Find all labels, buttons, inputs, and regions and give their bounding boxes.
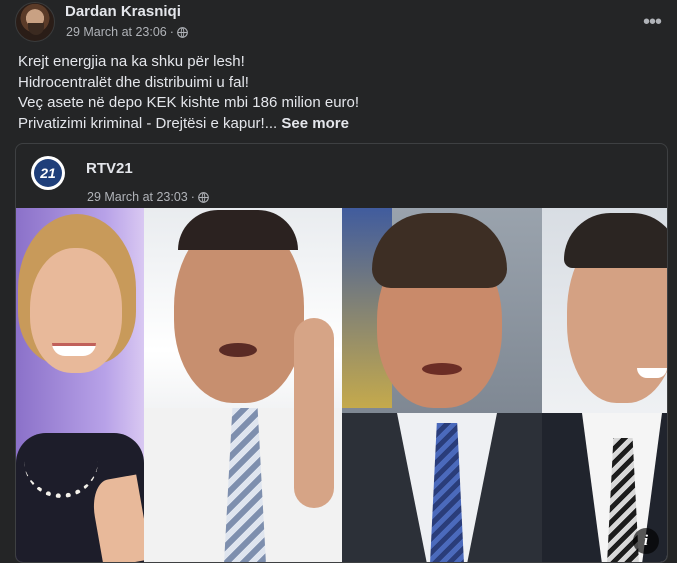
avatar-beard — [28, 23, 44, 35]
globe-icon — [198, 191, 209, 203]
more-horizontal-icon: ••• — [642, 10, 662, 33]
shared-post-card[interactable]: 21 RTV21 29 March at 23:03 · i — [15, 143, 668, 563]
post-meta: 29 March at 23:06 · — [66, 25, 188, 39]
info-icon[interactable]: i — [633, 528, 659, 554]
shared-post-timestamp[interactable]: 29 March at 23:03 — [87, 190, 188, 204]
page-logo-text: 21 — [34, 159, 62, 187]
shared-post-photo[interactable]: i — [16, 208, 667, 562]
shared-post-header: 21 RTV21 29 March at 23:03 · — [31, 156, 631, 204]
photo-panel-person-4 — [542, 208, 667, 562]
globe-icon — [177, 26, 188, 38]
photo-panel-person-2 — [144, 208, 342, 562]
page-logo[interactable]: 21 — [31, 156, 65, 190]
post-text: Krejt energjia na ka shku për lesh! Hidr… — [18, 52, 658, 134]
photo-panel-person-3 — [342, 208, 542, 562]
more-options-button[interactable]: ••• — [637, 7, 667, 37]
shared-post-meta: 29 March at 23:03 · — [87, 190, 209, 204]
see-more-link[interactable]: See more — [281, 115, 349, 132]
author-name[interactable]: Dardan Krasniqi — [65, 3, 181, 20]
meta-separator: · — [190, 190, 195, 204]
post-text-line: Hidrocentralët dhe distribuimi u fal! — [18, 73, 249, 91]
page-name[interactable]: RTV21 — [86, 160, 133, 177]
author-avatar[interactable] — [15, 2, 55, 42]
post-header: Dardan Krasniqi 29 March at 23:06 · ••• — [15, 2, 665, 42]
post-text-line-content: Privatizimi kriminal - Drejtësi e kapur!… — [18, 114, 278, 132]
post-timestamp[interactable]: 29 March at 23:06 — [66, 25, 167, 39]
meta-separator: · — [169, 25, 174, 39]
post-text-line-last: Privatizimi kriminal - Drejtësi e kapur!… — [18, 114, 658, 135]
photo-panel-person-1 — [16, 208, 144, 562]
post-text-line: Veç asete në depo KEK kishte mbi 186 mil… — [18, 94, 360, 111]
post-text-line: Krejt energjia na ka shku për lesh! — [18, 53, 245, 70]
